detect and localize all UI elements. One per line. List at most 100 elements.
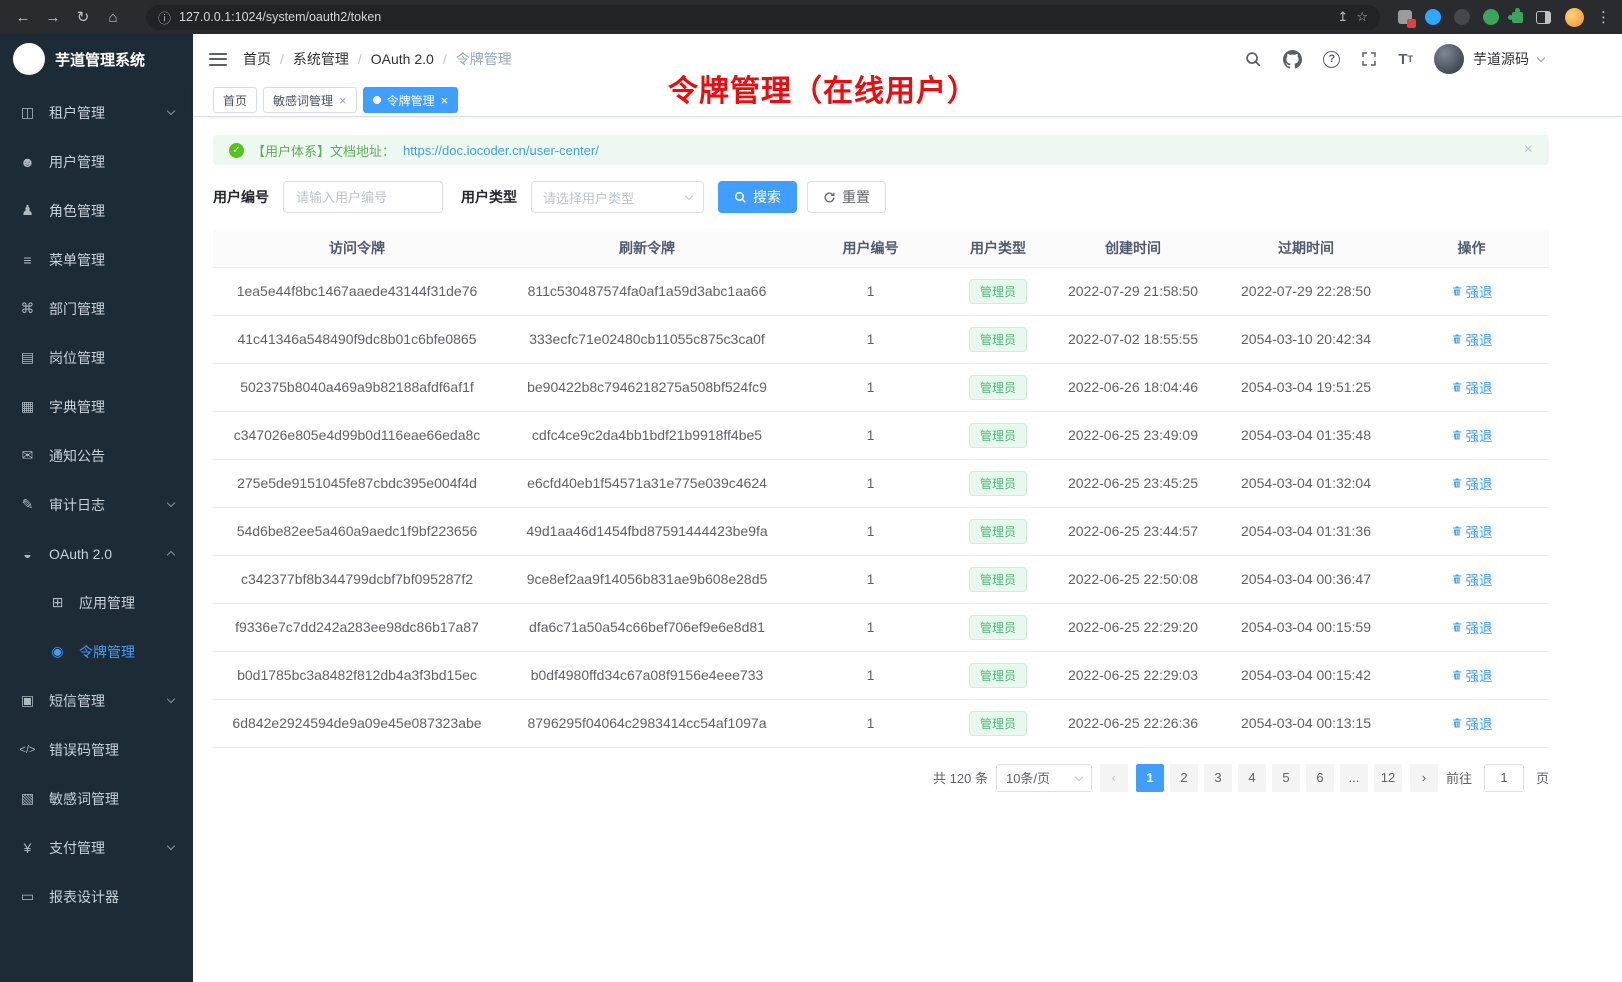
- force-logout-button[interactable]: 强退: [1451, 665, 1493, 685]
- force-logout-button[interactable]: 强退: [1451, 473, 1493, 493]
- breadcrumb-home[interactable]: 首页: [243, 49, 271, 69]
- sidebar-item-report-designer[interactable]: ▭ 报表设计器: [0, 872, 193, 921]
- tab-home[interactable]: 首页: [213, 87, 257, 113]
- sidebar-item-sensitive-word[interactable]: ▧ 敏感词管理: [0, 774, 193, 823]
- site-info-icon[interactable]: ⓘ: [158, 8, 171, 27]
- refresh-token-cell: b0df4980ffd34c67a08f9156e4eee733: [501, 651, 793, 699]
- help-icon[interactable]: ?: [1323, 51, 1340, 68]
- user-type-select[interactable]: 请选择用户类型: [531, 181, 704, 213]
- reset-button[interactable]: 重置: [807, 181, 886, 213]
- refresh-icon: [823, 191, 836, 204]
- chevron-down-icon: [167, 842, 175, 850]
- extensions-puzzle-icon[interactable]: [1512, 12, 1523, 23]
- page-button-12[interactable]: 12: [1374, 764, 1402, 792]
- force-logout-button[interactable]: 强退: [1451, 617, 1493, 637]
- create-time-cell: 2022-06-25 23:49:09: [1048, 411, 1218, 459]
- collapse-sidebar-icon[interactable]: [209, 53, 227, 66]
- extension-icon-1[interactable]: [1398, 10, 1412, 24]
- sidebar-item-tenant[interactable]: ◫ 租户管理: [0, 88, 193, 137]
- next-page-button[interactable]: ›: [1410, 764, 1438, 792]
- prev-page-button[interactable]: ‹: [1100, 764, 1128, 792]
- fullscreen-icon[interactable]: [1361, 51, 1377, 67]
- browser-home-icon[interactable]: ⌂: [100, 4, 126, 30]
- force-logout-button[interactable]: 强退: [1451, 425, 1493, 445]
- extension-icon-2[interactable]: [1425, 9, 1441, 25]
- chevron-up-icon: [167, 551, 175, 559]
- force-logout-button[interactable]: 强退: [1451, 521, 1493, 541]
- browser-menu-icon[interactable]: ⋮: [1596, 8, 1612, 26]
- url-text[interactable]: 127.0.0.1:1024/system/oauth2/token: [179, 10, 381, 24]
- search-button[interactable]: 搜索: [718, 181, 797, 213]
- browser-forward-icon[interactable]: →: [40, 4, 66, 30]
- filter-bar: 用户编号 用户类型 请选择用户类型 搜索 重置: [213, 181, 1549, 213]
- table-row: 6d842e2924594de9a09e45e087323abe 8796295…: [213, 699, 1549, 747]
- sidebar-item-app-management[interactable]: ⊞ 应用管理: [0, 578, 193, 627]
- sidebar-item-user[interactable]: ☻ 用户管理: [0, 137, 193, 186]
- extension-icon-3[interactable]: [1454, 9, 1470, 25]
- goto-page-input[interactable]: [1484, 764, 1524, 792]
- sidebar-item-dept[interactable]: ⌘ 部门管理: [0, 284, 193, 333]
- user-type-badge: 管理员: [969, 615, 1027, 640]
- sidebar-item-post[interactable]: ▤ 岗位管理: [0, 333, 193, 382]
- github-icon[interactable]: [1283, 50, 1302, 69]
- expire-time-cell: 2054-03-10 20:42:34: [1218, 315, 1394, 363]
- browser-back-icon[interactable]: ←: [10, 4, 36, 30]
- create-time-cell: 2022-06-25 22:29:03: [1048, 651, 1218, 699]
- share-icon[interactable]: ↥: [1337, 9, 1348, 25]
- page-button-5[interactable]: 5: [1272, 764, 1300, 792]
- breadcrumb-separator: /: [358, 51, 362, 67]
- sidebar-item-role[interactable]: ♟ 角色管理: [0, 186, 193, 235]
- search-icon[interactable]: [1245, 51, 1262, 68]
- tab-token-management[interactable]: 令牌管理 ×: [363, 87, 459, 113]
- address-bar[interactable]: ⓘ 127.0.0.1:1024/system/oauth2/token ↥ ☆: [146, 5, 1380, 30]
- page-content: ✓ 【用户体系】文档地址： https://doc.iocoder.cn/use…: [193, 117, 1622, 982]
- page-button-3[interactable]: 3: [1204, 764, 1232, 792]
- alert-close-icon[interactable]: ×: [1524, 141, 1533, 159]
- force-logout-button[interactable]: 强退: [1451, 329, 1493, 349]
- user-id-cell: 1: [793, 267, 948, 315]
- bookmark-star-icon[interactable]: ☆: [1356, 9, 1368, 25]
- extension-icon-4[interactable]: [1483, 9, 1499, 25]
- page-button-2[interactable]: 2: [1170, 764, 1198, 792]
- refresh-token-cell: dfa6c71a50a54c66bef706ef9e6e8d81: [501, 603, 793, 651]
- tab-close-icon[interactable]: ×: [441, 94, 449, 107]
- browser-reload-icon[interactable]: ↻: [70, 4, 96, 30]
- font-size-icon[interactable]: TT: [1398, 51, 1413, 68]
- token-table-body: 1ea5e44f8bc1467aaede43144f31de76 811c530…: [213, 267, 1549, 747]
- alert-doc-link[interactable]: https://doc.iocoder.cn/user-center/: [403, 143, 599, 158]
- sidebar-item-token-management[interactable]: ◉ 令牌管理: [0, 627, 193, 676]
- force-logout-button[interactable]: 强退: [1451, 713, 1493, 733]
- browser-profile-avatar[interactable]: [1565, 8, 1584, 27]
- page-button-4[interactable]: 4: [1238, 764, 1266, 792]
- sidebar-item-menu[interactable]: ≡ 菜单管理: [0, 235, 193, 284]
- user-type-cell: 管理员: [948, 507, 1048, 555]
- page-button-1[interactable]: 1: [1136, 764, 1164, 792]
- page-ellipsis-button[interactable]: ...: [1340, 764, 1368, 792]
- user-menu[interactable]: 芋道源码: [1434, 44, 1544, 74]
- breadcrumb-oauth[interactable]: OAuth 2.0: [371, 51, 434, 67]
- page-button-6[interactable]: 6: [1306, 764, 1334, 792]
- tab-sensitive-word[interactable]: 敏感词管理 ×: [263, 87, 357, 113]
- sidebar-item-error-code[interactable]: </> 错误码管理: [0, 725, 193, 774]
- sidebar-item-payment[interactable]: ¥ 支付管理: [0, 823, 193, 872]
- sidebar-item-sms[interactable]: ▣ 短信管理: [0, 676, 193, 725]
- sidebar-item-audit-log[interactable]: ✎ 审计日志: [0, 480, 193, 529]
- tab-label: 令牌管理: [387, 92, 435, 109]
- force-logout-button[interactable]: 强退: [1451, 281, 1493, 301]
- access-token-cell: c347026e805e4d99b0d116eae66eda8c: [213, 411, 501, 459]
- user-type-badge: 管理员: [969, 663, 1027, 688]
- app-logo[interactable]: 芋道管理系统: [0, 34, 193, 84]
- side-panel-icon[interactable]: [1536, 11, 1551, 24]
- action-cell: 强退: [1394, 507, 1549, 555]
- force-logout-button[interactable]: 强退: [1451, 569, 1493, 589]
- sidebar-item-notice[interactable]: ✉ 通知公告: [0, 431, 193, 480]
- tab-close-icon[interactable]: ×: [339, 94, 347, 107]
- access-token-cell: 502375b8040a469a9b82188afdf6af1f: [213, 363, 501, 411]
- sidebar-item-dict[interactable]: ▦ 字典管理: [0, 382, 193, 431]
- user-id-input[interactable]: [283, 181, 443, 213]
- force-logout-button[interactable]: 强退: [1451, 377, 1493, 397]
- sidebar-item-oauth[interactable]: ◒ OAuth 2.0: [0, 529, 193, 578]
- breadcrumb-system[interactable]: 系统管理: [293, 49, 349, 69]
- page-size-select[interactable]: 10条/页: [996, 764, 1092, 792]
- goto-suffix: 页: [1536, 768, 1549, 787]
